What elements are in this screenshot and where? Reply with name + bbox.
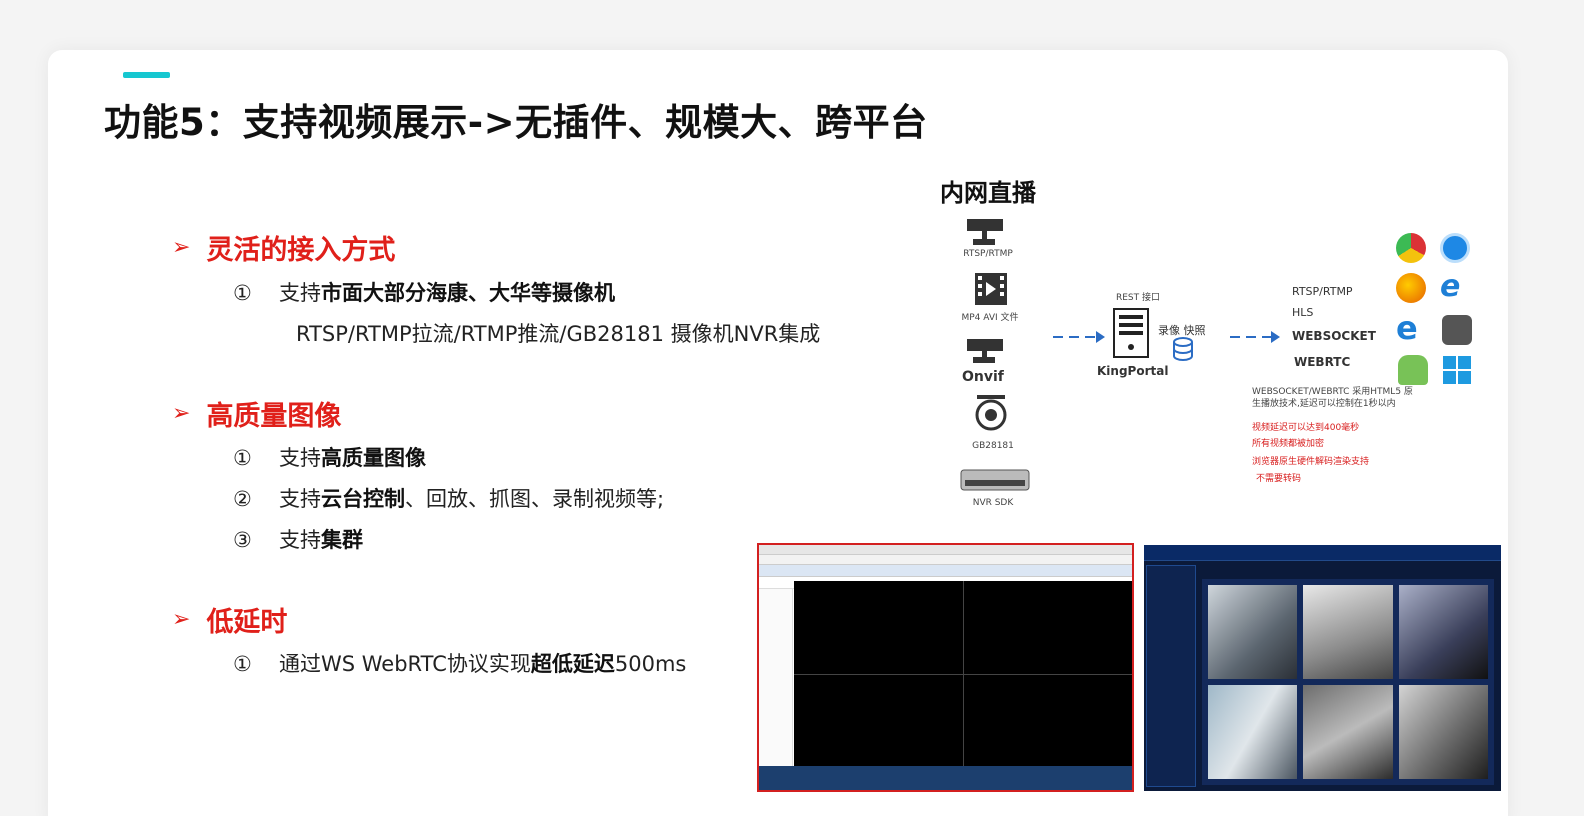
windows-icon: [1443, 356, 1471, 384]
section-heading-text: 灵活的接入方式: [206, 235, 396, 266]
camera-icon: [967, 219, 1003, 245]
menu-bar: [759, 555, 1132, 565]
item-number: ①: [233, 446, 252, 470]
item-suffix-text: 、回放、抓图、录制视频等;: [405, 487, 665, 511]
protocol-websocket: WEBSOCKET: [1292, 329, 1376, 343]
arrow-bullet-icon: ➢: [172, 607, 191, 632]
no-transcode-note: 不需要转码: [1256, 474, 1302, 484]
browser-video-grid-screenshot: [757, 543, 1134, 792]
video-cell[interactable]: [963, 674, 1132, 767]
item-bold-text: 集群: [321, 528, 363, 552]
list-item: ② 支持云台控制、回放、抓图、录制视频等;: [233, 483, 664, 513]
taskbar: [759, 766, 1132, 790]
webrtc-note: WEBSOCKET/WEBRTC 采用HTML5 原 生播放技术,延迟可以控制在…: [1252, 386, 1413, 410]
section-heading-text: 低延时: [206, 607, 288, 638]
item-text: 通过WS WebRTC协议实现: [279, 652, 531, 676]
camera-thumb-grid: [1202, 579, 1494, 785]
list-item: ① 通过WS WebRTC协议实现超低延迟500ms: [233, 648, 686, 678]
item-bold-text: 云台控制: [321, 487, 405, 511]
page-title: 功能5：支持视频展示->无插件、规模大、跨平台: [104, 101, 928, 144]
list-item: ① 支持市面大部分海康、大华等摄像机: [233, 277, 615, 307]
camera-thumbnail[interactable]: [1208, 585, 1298, 679]
server-label: KingPortal: [1097, 364, 1169, 378]
camera-thumbnail[interactable]: [1398, 685, 1488, 779]
ie-icon: e: [1440, 269, 1461, 304]
safari-icon: [1440, 233, 1470, 263]
edge-icon: e: [1396, 309, 1418, 347]
latency-note: 视频延迟可以达到400毫秒: [1252, 423, 1360, 433]
source-label-nvr: NVR SDK: [972, 498, 1014, 508]
firefox-icon: [1396, 273, 1426, 303]
tab-bar: [759, 565, 1132, 577]
architecture-diagram: 内网直播 RTSP/RTMP MP4 AVI 文件 Onvif GB28181 …: [940, 165, 1485, 515]
item-text: 支持: [279, 281, 321, 305]
hardware-decode-note: 浏览器原生硬件解码渲染支持: [1252, 457, 1370, 467]
title-accent-bar: [123, 72, 170, 78]
source-label-rtsp: RTSP/RTMP: [963, 249, 1013, 259]
item-bold-text: 市面大部分海康、大华等摄像机: [321, 281, 615, 305]
list-item: ③ 支持集群: [233, 524, 363, 554]
video-grid: [794, 581, 1132, 767]
chrome-icon: [1396, 233, 1426, 263]
source-label-gb28181: GB28181: [972, 441, 1014, 451]
camera-icon: [967, 339, 1003, 363]
dashboard-header: [1144, 545, 1501, 561]
list-item: ① 支持高质量图像: [233, 442, 426, 472]
arrow-bullet-icon: ➢: [172, 401, 191, 426]
flow-arrow-out: [1230, 331, 1280, 343]
encryption-note: 所有视频都被加密: [1252, 439, 1325, 449]
item-number: ①: [233, 281, 252, 305]
video-file-icon: [975, 273, 1007, 305]
item-bold-text: 超低延迟: [530, 652, 615, 676]
monitoring-dashboard-screenshot: [1144, 545, 1501, 791]
item-number: ②: [233, 487, 252, 511]
flow-arrow-in: [1053, 331, 1105, 343]
video-cell[interactable]: [963, 581, 1132, 674]
onvif-logo: Onvif: [962, 369, 1004, 385]
record-snapshot-label: 录像 快照: [1158, 324, 1206, 337]
protocol-rtsp: RTSP/RTMP: [1292, 285, 1353, 298]
video-cell[interactable]: [794, 581, 963, 674]
camera-thumbnail[interactable]: [1303, 685, 1393, 779]
section-heading-latency: ➢ 低延时: [172, 600, 287, 639]
item-suffix-text: 500ms: [614, 652, 687, 676]
nvr-device-icon: [960, 469, 1030, 491]
protocol-webrtc: WEBRTC: [1294, 355, 1351, 369]
item-number: ③: [233, 528, 252, 552]
dome-camera-icon: [975, 395, 1007, 431]
note-line: WEBSOCKET/WEBRTC 采用HTML5 原: [1252, 387, 1413, 397]
camera-thumbnail[interactable]: [1208, 685, 1298, 779]
item-text: 支持: [279, 487, 321, 511]
tree-sidebar: [759, 589, 793, 769]
item-bold-text: 高质量图像: [321, 446, 426, 470]
android-icon: [1398, 355, 1428, 385]
item-text: 支持: [279, 446, 321, 470]
section-heading-access: ➢ 灵活的接入方式: [172, 228, 395, 267]
camera-thumbnail[interactable]: [1303, 585, 1393, 679]
apple-icon: [1442, 315, 1472, 345]
database-icon: [1173, 337, 1193, 361]
note-line: 生播放技术,延迟可以控制在1秒以内: [1252, 399, 1396, 409]
item-number: ①: [233, 652, 252, 676]
video-cell[interactable]: [794, 674, 963, 767]
protocol-support-line: RTSP/RTMP拉流/RTMP推流/GB28181 摄像机NVR集成: [296, 322, 821, 346]
server-icon: [1113, 308, 1149, 358]
dashboard-sidebar: [1146, 565, 1196, 787]
protocol-hls: HLS: [1292, 306, 1314, 319]
window-titlebar: [759, 545, 1132, 555]
item-text: 支持: [279, 528, 321, 552]
source-label-file: MP4 AVI 文件: [961, 313, 1019, 323]
section-heading-quality: ➢ 高质量图像: [172, 394, 341, 433]
section-heading-text: 高质量图像: [206, 401, 342, 432]
camera-thumbnail[interactable]: [1398, 585, 1488, 679]
arrow-bullet-icon: ➢: [172, 235, 191, 260]
rest-api-label: REST 接口: [1115, 293, 1160, 303]
diagram-title: 内网直播: [940, 179, 1036, 207]
